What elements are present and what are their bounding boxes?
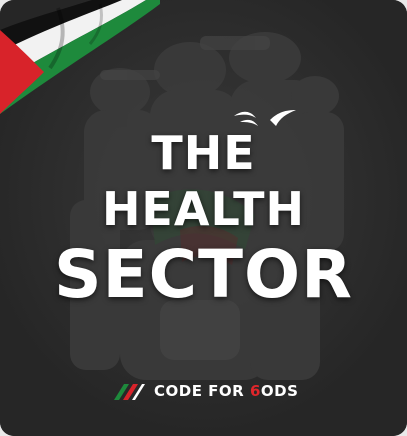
brand-name-part1: CODE FOR [154, 382, 250, 400]
poster-card: THE HEALTH SECTOR CODE FOR 6ODS [0, 0, 407, 436]
brand-logo: CODE FOR 6ODS [112, 378, 298, 404]
brand-name-part2: ODS [260, 382, 299, 400]
title-line-1: THE [151, 126, 256, 180]
brand-name-accent: 6 [249, 382, 261, 400]
brand-name: CODE FOR 6ODS [154, 382, 298, 400]
title-line-2: HEALTH [101, 182, 306, 236]
palestine-flag-icon [0, 0, 160, 114]
code-for-gods-logo-icon [114, 384, 145, 400]
title-line-3: SECTOR [53, 236, 353, 313]
